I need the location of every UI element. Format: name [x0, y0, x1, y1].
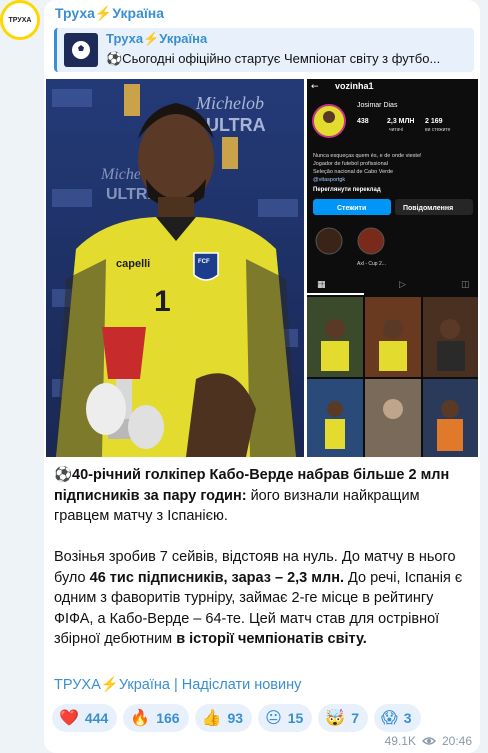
svg-text:ви стежите: ви стежите	[425, 127, 451, 133]
caption-body-bold-b: 46 тис підписників, зараз – 2,3 млн.	[89, 569, 344, 586]
svg-text:←: ←	[311, 82, 319, 92]
svg-text:ULTRA: ULTRA	[206, 115, 266, 135]
view-count: 49.1K	[384, 734, 416, 748]
channel-avatar[interactable]: ТРУХА	[0, 0, 40, 40]
ig-profile-name: Josimar Dias	[357, 102, 398, 109]
backdrop-sponsor-text: Michelob	[195, 93, 264, 113]
forwarded-text: ⚽Сьогодні офіційно стартує Чемпіонат сві…	[106, 51, 441, 66]
fire-icon: 🔥	[130, 708, 151, 727]
svg-text:◫: ◫	[461, 280, 470, 290]
reaction-count: 15	[287, 710, 304, 726]
reaction-heart[interactable]: ❤️ 444	[52, 704, 118, 732]
reaction-fire[interactable]: 🔥 166	[123, 704, 189, 732]
svg-text:2,3 МЛН: 2,3 МЛН	[387, 118, 414, 125]
forwarded-message-preview[interactable]: Труха⚡Україна ⚽Сьогодні офіційно стартує…	[54, 28, 474, 72]
avatar-logo-text: ТРУХА	[3, 3, 37, 37]
svg-text:Nunca esqueças quem és, e de o: Nunca esqueças quem és, e de onde vieste…	[313, 153, 422, 159]
footer-links: ТРУХА⚡Україна | Надіслати новину	[54, 676, 301, 693]
svg-text:Seleção nacional de Cabo Verde: Seleção nacional de Cabo Verde	[313, 169, 393, 175]
forwarded-channel-name: Труха⚡Україна	[106, 31, 208, 46]
svg-text:▷: ▷	[399, 280, 406, 290]
svg-text:Стежити: Стежити	[337, 205, 366, 212]
reaction-scream[interactable]: 😱 3	[374, 704, 421, 732]
svg-text:Axl - Cup 2...: Axl - Cup 2...	[357, 261, 386, 267]
reaction-thumbs-up[interactable]: 👍 93	[194, 704, 253, 732]
scream-icon: 😱	[381, 708, 398, 727]
thumbs-up-icon: 👍	[201, 708, 222, 727]
photo-goalkeeper[interactable]: Michelob ULTRA Michelob ULTRA capelli FC…	[46, 79, 304, 457]
svg-text:438: 438	[357, 118, 369, 125]
reaction-neutral-face[interactable]: 😐 15	[258, 704, 313, 732]
message-bubble: Труха⚡Україна Труха⚡Україна ⚽Сьогодні оф…	[44, 0, 480, 753]
svg-text:Повідомлення: Повідомлення	[403, 204, 453, 212]
forwarded-thumbnail	[64, 33, 98, 67]
svg-text:читачі: читачі	[389, 127, 403, 133]
message-meta: 49.1K 20:46	[385, 734, 472, 748]
svg-text:Jogador de futebol profissiona: Jogador de futebol profissional	[313, 161, 388, 167]
svg-text:@vitasportgk: @vitasportgk	[313, 177, 345, 183]
jersey-number: 1	[154, 285, 171, 318]
caption-body-bold-d: в історії чемпіонатів світу.	[176, 631, 367, 647]
submit-news-link[interactable]: Надіслати новину	[182, 677, 302, 693]
svg-text:FCF: FCF	[198, 259, 210, 265]
channel-link[interactable]: ТРУХА⚡Україна	[54, 677, 170, 693]
heart-icon: ❤️	[59, 708, 79, 727]
neutral-face-icon: 😐	[265, 708, 282, 727]
media-album: Michelob ULTRA Michelob ULTRA capelli FC…	[46, 79, 478, 457]
svg-text:▦: ▦	[317, 280, 326, 290]
link-separator: |	[173, 677, 178, 693]
message-time: 20:46	[441, 734, 472, 748]
reaction-count: 7	[351, 710, 360, 726]
message-text: ⚽40-річний голкіпер Кабо-Верде набрав бі…	[54, 465, 474, 670]
reaction-count: 166	[156, 710, 180, 726]
reaction-mind-blown[interactable]: 🤯 7	[318, 704, 369, 732]
reaction-count: 3	[403, 710, 412, 726]
svg-text:2 169: 2 169	[425, 118, 443, 125]
eye-icon	[421, 737, 436, 745]
mind-blown-icon: 🤯	[325, 708, 346, 727]
ig-username: vozinha1	[335, 81, 374, 91]
svg-text:Переглянути переклад: Переглянути переклад	[313, 187, 381, 193]
photo-instagram-screenshot[interactable]: vozinha1 ← Josimar Dias 438 2,3 МЛН 2 16…	[307, 79, 478, 457]
shirt-brand-text: capelli	[116, 258, 150, 270]
channel-name[interactable]: Труха⚡Україна	[55, 5, 164, 22]
reaction-count: 444	[84, 710, 109, 726]
reactions-bar: ❤️ 444 🔥 166 👍 93 😐 15 🤯 7 😱 3	[52, 704, 421, 732]
reaction-count: 93	[227, 710, 244, 726]
